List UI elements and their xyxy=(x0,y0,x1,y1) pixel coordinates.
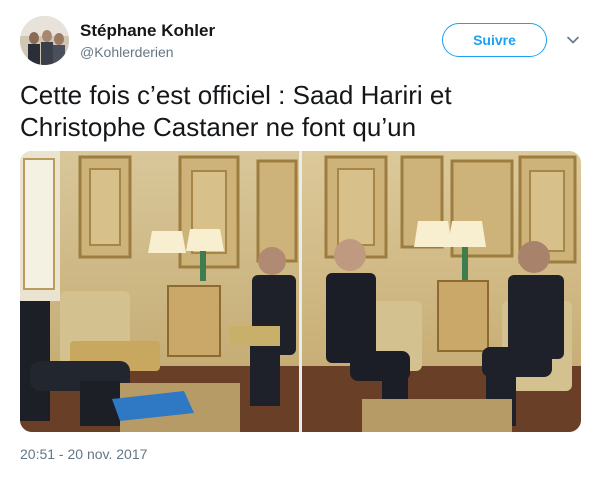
chevron-down-icon[interactable] xyxy=(566,33,580,47)
follow-button[interactable]: Suivre xyxy=(442,23,547,57)
tweet-text: Cette fois c’est officiel : Saad Hariri … xyxy=(20,80,452,142)
author-handle[interactable]: @Kohlerderien xyxy=(80,44,174,60)
avatar-image xyxy=(20,16,69,65)
photo-right[interactable] xyxy=(302,151,581,432)
photo-left[interactable] xyxy=(20,151,299,432)
tweet-timestamp[interactable]: 20:51 - 20 nov. 2017 xyxy=(20,446,147,462)
media-grid xyxy=(20,151,581,432)
tweet-header: Stéphane Kohler @Kohlerderien Suivre xyxy=(20,16,580,66)
author-name[interactable]: Stéphane Kohler xyxy=(80,21,215,41)
avatar[interactable] xyxy=(20,16,69,65)
